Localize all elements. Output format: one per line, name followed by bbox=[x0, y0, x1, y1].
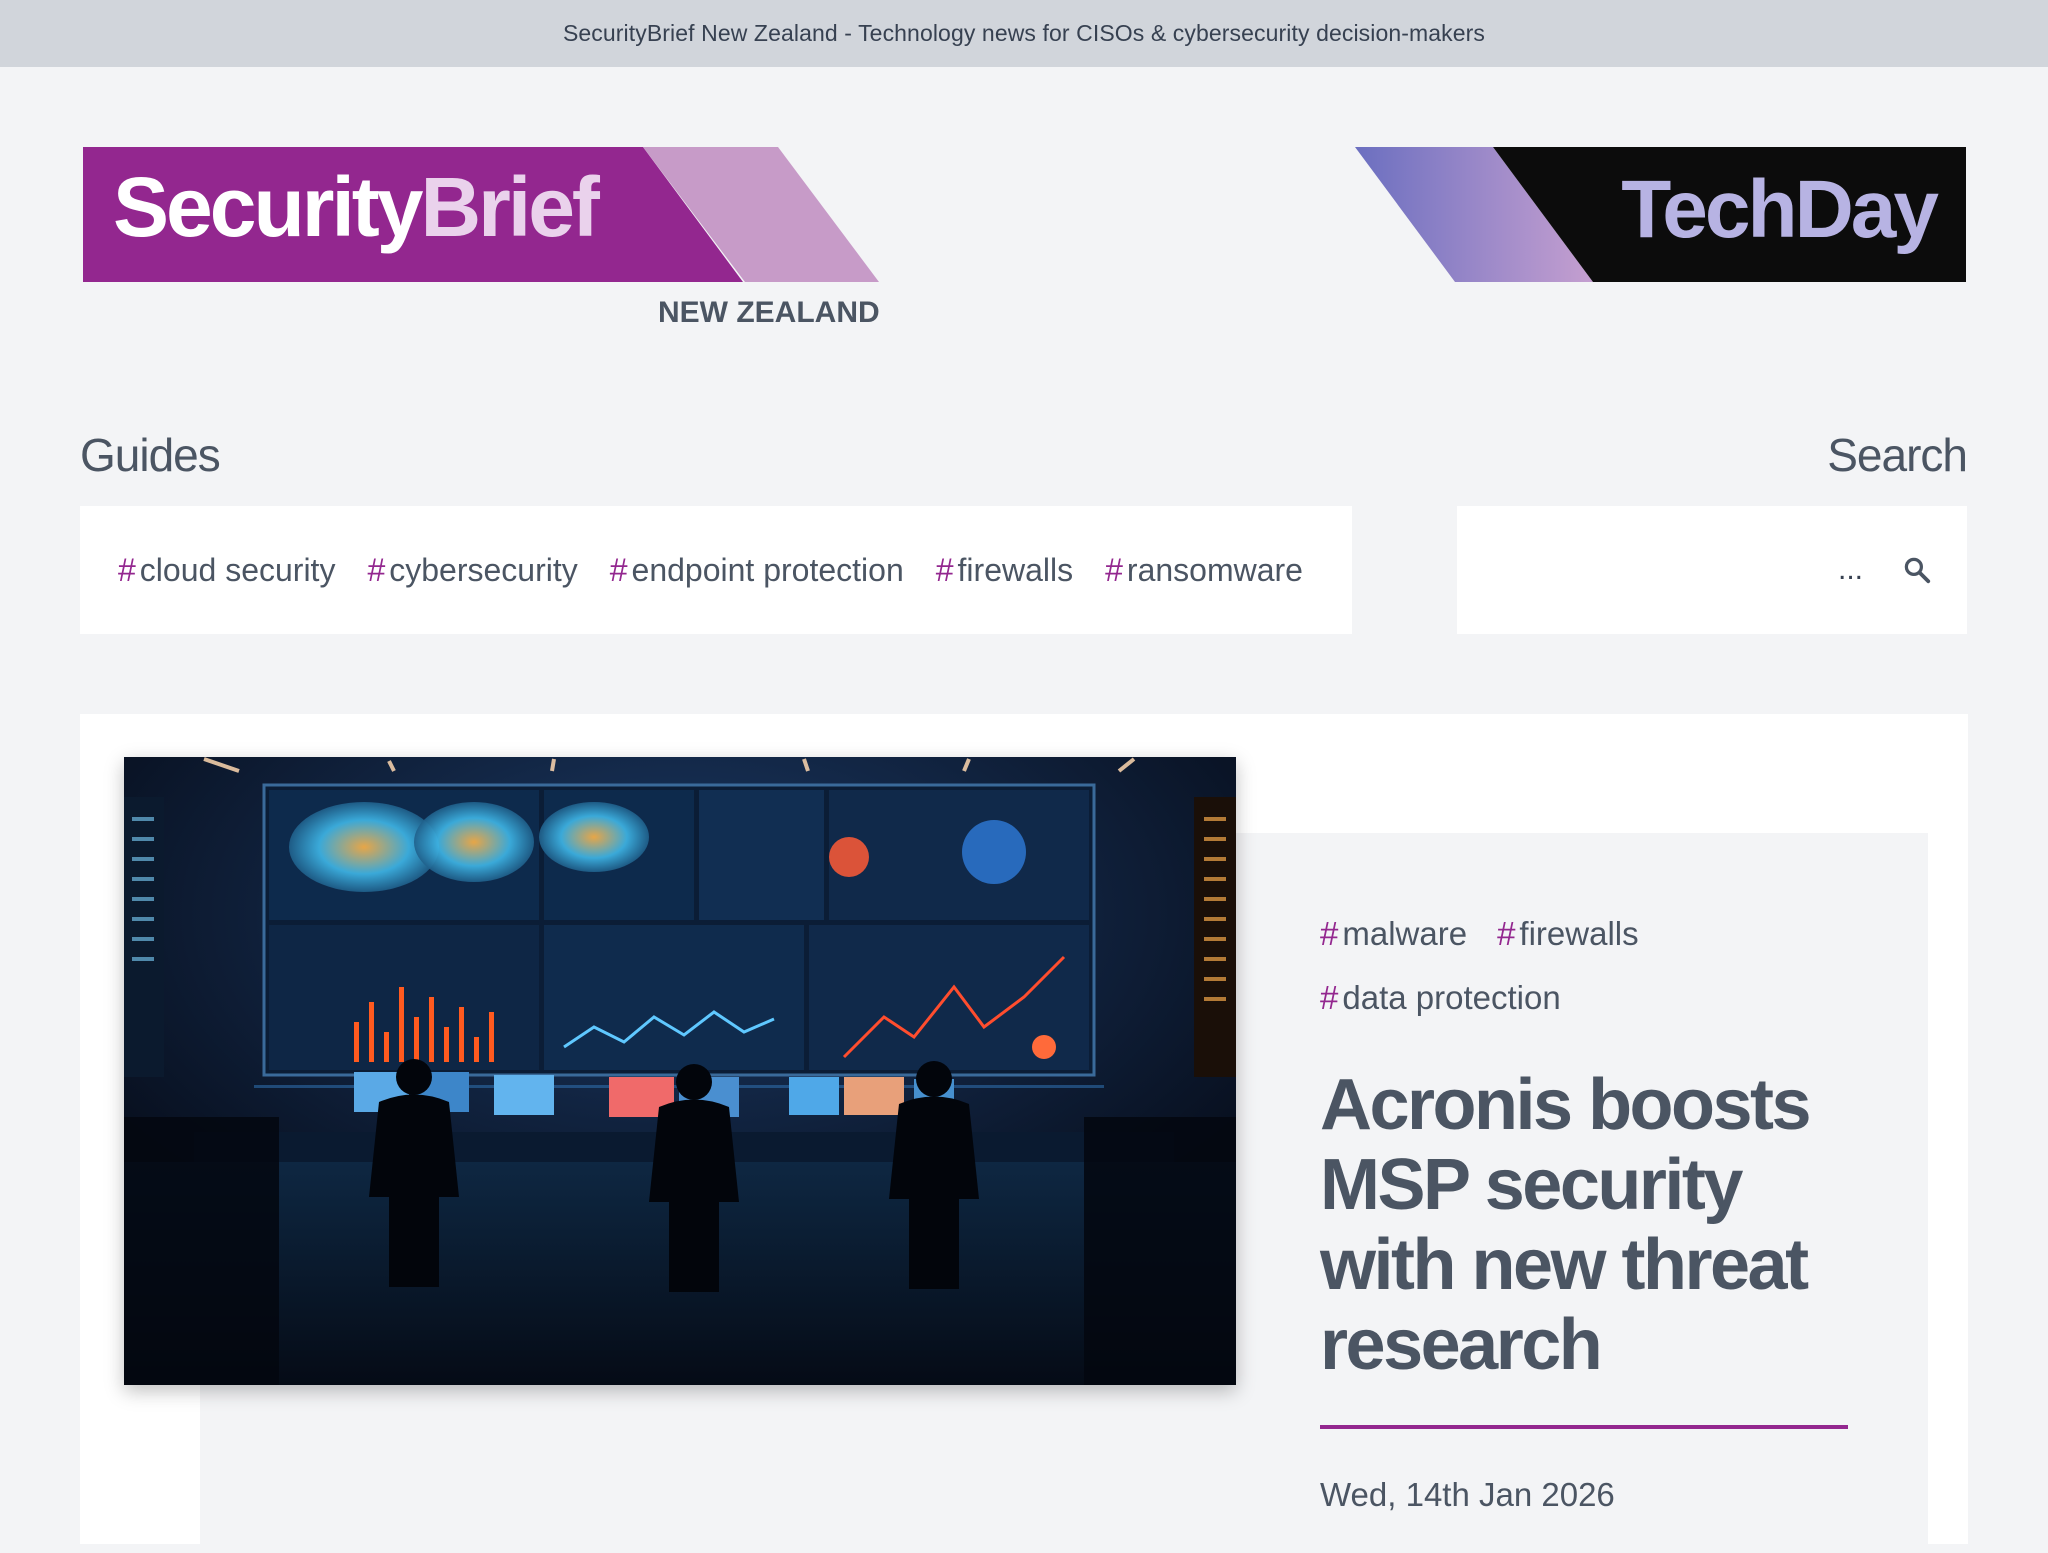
region-label: NEW ZEALAND bbox=[658, 296, 880, 329]
hash-icon: # bbox=[1320, 915, 1339, 952]
site-tagline: SecurityBrief New Zealand - Technology n… bbox=[562, 20, 1486, 46]
hash-icon: # bbox=[609, 551, 628, 588]
article-tag-data-protection[interactable]: # data protection bbox=[1320, 979, 1561, 1017]
hash-icon: # bbox=[1497, 915, 1516, 952]
hash-icon: # bbox=[1105, 551, 1123, 588]
techday-logo[interactable]: TechDay bbox=[1355, 147, 1966, 282]
article-date: Wed, 14th Jan 2026 bbox=[1320, 1476, 1615, 1513]
guide-tag-cybersecurity[interactable]: # cybersecurity bbox=[367, 552, 577, 589]
securitybrief-wordmark: SecurityBrief bbox=[113, 160, 600, 254]
search-icon bbox=[1904, 557, 1931, 584]
guide-tag-firewalls[interactable]: # firewalls bbox=[936, 552, 1073, 589]
guide-tag-ransomware[interactable]: # ransomware bbox=[1105, 552, 1303, 589]
securitybrief-logo[interactable]: SecurityBrief bbox=[83, 147, 883, 282]
search-box bbox=[1457, 506, 1967, 634]
article-tag-malware[interactable]: # malware bbox=[1320, 915, 1467, 953]
search-input[interactable] bbox=[1457, 506, 1877, 634]
guide-tag-endpoint-protection[interactable]: # endpoint protection bbox=[610, 552, 904, 589]
hash-icon: # bbox=[367, 551, 386, 588]
article-tag-firewalls[interactable]: # firewalls bbox=[1497, 915, 1639, 953]
article-tag-list: # malware # firewalls # data protection bbox=[1320, 915, 1880, 1043]
hash-icon: # bbox=[118, 551, 136, 588]
search-heading: Search bbox=[1827, 429, 1968, 481]
site-tagline-bar: SecurityBrief New Zealand - Technology n… bbox=[0, 0, 2048, 67]
headline-divider bbox=[1320, 1425, 1848, 1429]
techday-wordmark: TechDay bbox=[1621, 164, 1939, 255]
guide-tag-cloud-security[interactable]: # cloud security bbox=[118, 552, 335, 589]
hash-icon: # bbox=[935, 551, 954, 588]
guides-heading: Guides bbox=[80, 429, 221, 481]
hash-icon: # bbox=[1320, 979, 1339, 1016]
article-headline[interactable]: Acronis boosts MSP security with new thr… bbox=[1320, 1065, 1880, 1385]
guides-tag-list: # cloud security # cybersecurity # endpoint… bbox=[80, 506, 1352, 634]
search-button[interactable] bbox=[1887, 540, 1947, 600]
hero-image-illustration bbox=[124, 757, 1236, 1385]
security-operations-center-image[interactable] bbox=[124, 757, 1236, 1385]
